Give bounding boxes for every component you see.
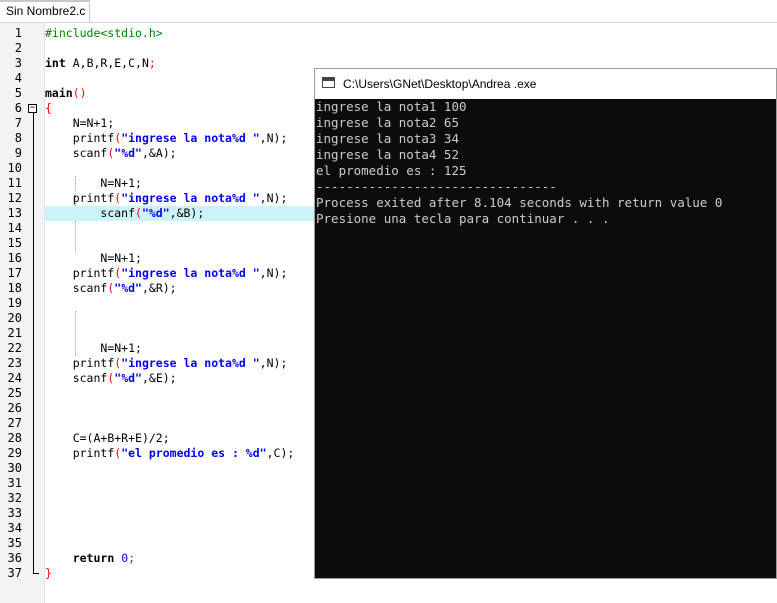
console-app-icon [322,77,335,88]
code-line: printf("ingrese la nota%d ",N); [72,266,288,280]
indent-guide [75,221,76,251]
code-line: int A,B,R,E,C,N; [45,56,156,70]
line-number: 1 [14,26,22,40]
console-line: Presione una tecla para continuar . . . [316,211,610,226]
line-number: 30 [7,461,22,475]
line-number: 27 [7,416,22,430]
line-number: 36 [7,551,22,565]
line-number: 26 [7,401,22,415]
line-number: 23 [7,356,22,370]
line-number: 16 [7,251,22,265]
line-number: 18 [7,281,22,295]
line-number: 11 [7,176,22,190]
console-window[interactable]: C:\Users\GNet\Desktop\Andrea .exe ingres… [314,68,777,579]
line-number: 10 [7,161,22,175]
line-number: 22 [7,341,22,355]
line-number: 12 [7,191,22,205]
line-number: 33 [7,506,22,520]
line-number: 17 [7,266,22,280]
console-line: ingrese la nota4 52 [316,147,459,162]
line-number: 5 [14,86,22,100]
line-number: 15 [7,236,22,250]
line-number-gutter: 1 2 3 4 5 6 7 8 9 10 11 12 13 14 15 16 1… [0,23,45,603]
line-number: 3 [14,56,22,70]
line-number: 20 [7,311,22,325]
code-line: N=N+1; [100,251,142,265]
code-line: scanf("%d",&A); [72,146,177,160]
console-line: ingrese la nota1 100 [316,99,467,114]
line-number: 8 [14,131,22,145]
code-line: C=(A+B+R+E)/2; [72,431,170,445]
console-line: Process exited after 8.104 seconds with … [316,195,723,210]
line-number: 28 [7,431,22,445]
line-number: 37 [7,566,22,580]
editor-tab-bar: Sin Nombre2.c [0,0,777,23]
line-number: 21 [7,326,22,340]
code-line: } [45,566,52,580]
code-line: scanf("%d",&R); [72,281,177,295]
code-line: printf("el promedio es : %d",C); [72,446,295,460]
console-title: C:\Users\GNet\Desktop\Andrea .exe [343,77,537,91]
line-number: 13 [7,206,22,220]
console-separator: -------------------------------- [316,179,557,194]
fold-end-marker [33,573,39,574]
line-number: 24 [7,371,22,385]
line-number: 2 [14,41,22,55]
console-title-bar[interactable]: C:\Users\GNet\Desktop\Andrea .exe [315,69,776,99]
code-line: return 0; [72,551,136,565]
code-line: N=N+1; [100,176,142,190]
line-number: 9 [14,146,22,160]
console-line: ingrese la nota3 34 [316,131,459,146]
code-line-highlighted: scanf("%d",&B); [45,206,315,221]
line-number: 35 [7,536,22,550]
fold-toggle-icon[interactable]: − [28,104,37,113]
line-number: 4 [14,71,22,85]
line-number: 25 [7,386,22,400]
code-line: scanf("%d",&E); [72,371,177,385]
line-number: 29 [7,446,22,460]
line-number: 14 [7,221,22,235]
console-output[interactable]: ingrese la nota1 100 ingrese la nota2 65… [316,99,776,577]
line-number: 32 [7,491,22,505]
line-number: 31 [7,476,22,490]
line-number: 34 [7,521,22,535]
code-line: printf("ingrese la nota%d ",N); [72,131,288,145]
code-line: N=N+1; [72,116,115,130]
fold-line [33,113,34,573]
line-number: 6 [14,101,22,115]
file-tab[interactable]: Sin Nombre2.c [0,0,90,22]
code-line: { [45,101,52,115]
console-line: ingrese la nota2 65 [316,115,459,130]
code-line: main() [45,86,87,100]
line-number: 7 [14,116,22,130]
code-line: printf("ingrese la nota%d ",N); [72,191,288,205]
code-line: #include<stdio.h> [45,26,163,40]
code-line: N=N+1; [100,341,142,355]
line-number: 19 [7,296,22,310]
console-line: el promedio es : 125 [316,163,467,178]
code-line: printf("ingrese la nota%d ",N); [72,356,288,370]
